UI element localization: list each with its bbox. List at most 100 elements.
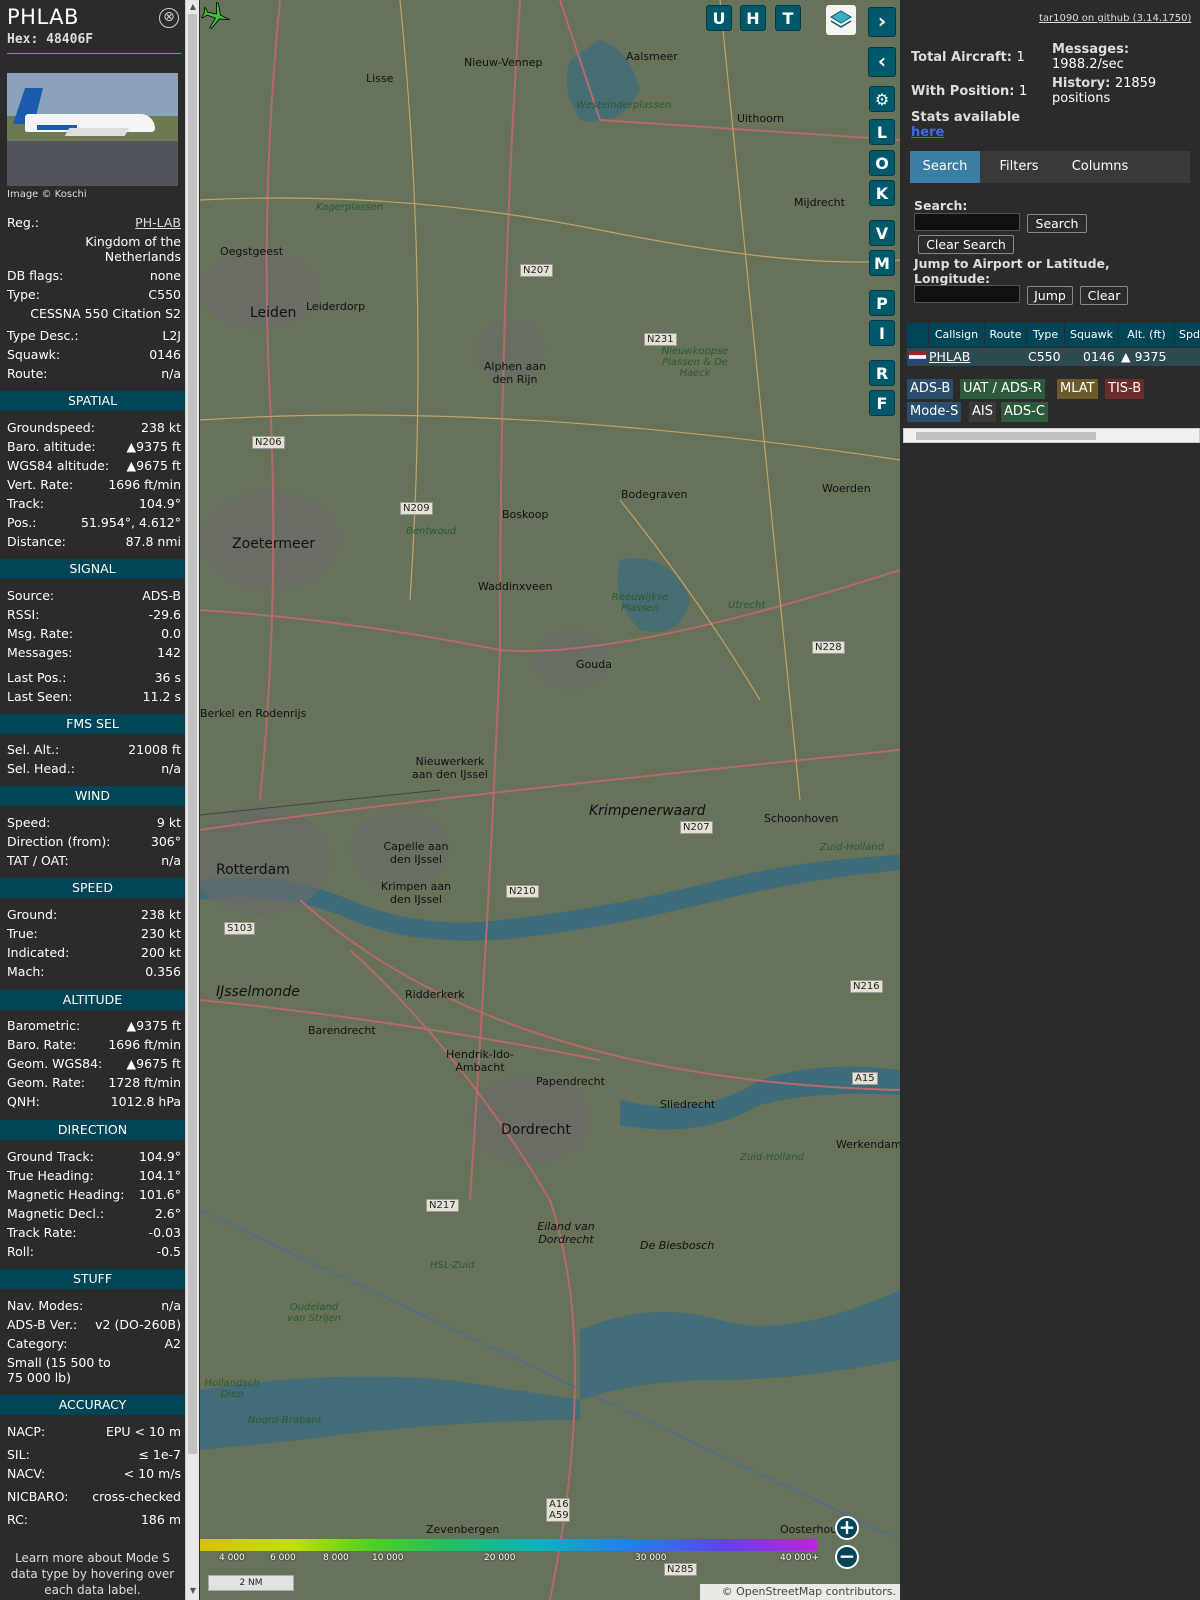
- map-label: Nieuw-Vennep: [464, 56, 543, 69]
- map-label: Hollandsch Diep: [204, 1378, 260, 1400]
- badge-mlat[interactable]: MLAT: [1057, 379, 1098, 399]
- map-attribution[interactable]: © OpenStreetMap contributors.: [700, 1584, 900, 1600]
- map-label: IJsselmonde: [216, 984, 300, 1000]
- expand-right-icon[interactable]: ›: [868, 7, 896, 37]
- search-button[interactable]: Search: [1027, 214, 1087, 233]
- route-label: Route:: [7, 366, 48, 381]
- col-callsign[interactable]: Callsign: [929, 323, 985, 347]
- map-label: Leiderdorp: [306, 300, 366, 313]
- info-value: ▲9675 ft: [126, 458, 181, 473]
- zoom-in-icon[interactable]: +: [835, 1516, 859, 1540]
- dbflags-row: DB flags: none: [7, 268, 181, 283]
- dbflags-value: none: [149, 268, 181, 283]
- reg-link[interactable]: PH-LAB: [135, 215, 181, 230]
- squawk-value: 0146: [149, 347, 181, 362]
- map-label: Papendrecht: [536, 1075, 605, 1088]
- map-button-u[interactable]: U: [706, 5, 732, 31]
- info-label: Geom. Rate:: [7, 1075, 86, 1090]
- col-route[interactable]: Route: [985, 323, 1027, 347]
- map-button-i[interactable]: I: [869, 320, 895, 346]
- info-row: Vert. Rate: 1696 ft/min: [7, 477, 181, 492]
- badge-adsc[interactable]: ADS-C: [1001, 402, 1048, 422]
- table-row[interactable]: PHLAB C550 0146 ▲ 9375: [907, 348, 1200, 366]
- col-speed[interactable]: Spd: [1175, 323, 1200, 347]
- tab-filters[interactable]: Filters: [984, 151, 1054, 183]
- col-altitude[interactable]: Alt. (ft): [1119, 323, 1175, 347]
- sidebar-scrollbar[interactable]: ▲ ▼: [185, 0, 199, 1600]
- info-row: NACV: < 10 m/s: [7, 1466, 181, 1481]
- tab-columns[interactable]: Columns: [1058, 151, 1142, 183]
- layers-icon[interactable]: [826, 5, 856, 35]
- col-squawk[interactable]: Squawk: [1065, 323, 1119, 347]
- info-label: RC:: [7, 1512, 29, 1527]
- map-label: Bentwoud: [406, 526, 457, 537]
- map-button-r[interactable]: R: [869, 360, 895, 386]
- aircraft-photo[interactable]: [7, 73, 178, 186]
- sidebar-scroll-thumb[interactable]: [188, 14, 197, 1454]
- collapse-left-icon[interactable]: ‹: [868, 47, 896, 77]
- badge-adsb[interactable]: ADS-B: [907, 379, 954, 399]
- category-desc-text: Small (15 500 to 75 000 lb): [7, 1355, 111, 1385]
- map-button-o[interactable]: O: [869, 150, 895, 176]
- info-value: 101.6°: [138, 1187, 181, 1202]
- map-base: [200, 0, 900, 1600]
- zoom-out-icon[interactable]: −: [835, 1545, 859, 1569]
- badge-tisb[interactable]: TIS-B: [1105, 379, 1145, 399]
- badge-ais[interactable]: AIS: [969, 402, 996, 422]
- road-shield: N285: [664, 1563, 697, 1576]
- map-label: Krimpen aan den IJssel: [380, 880, 452, 906]
- tab-search[interactable]: Search: [910, 151, 980, 183]
- jump-input[interactable]: [914, 285, 1020, 303]
- clear-button[interactable]: Clear: [1080, 286, 1128, 305]
- map-button-h[interactable]: H: [740, 5, 766, 31]
- table-hscroll-thumb[interactable]: [916, 432, 1096, 440]
- close-icon[interactable]: ⊗: [159, 8, 179, 28]
- clear-search-button[interactable]: Clear Search: [918, 235, 1014, 254]
- table-hscroll[interactable]: [903, 428, 1200, 443]
- map-label: Ridderkerk: [405, 988, 465, 1001]
- info-value: ▲9375 ft: [126, 439, 181, 454]
- map-button-m[interactable]: M: [869, 250, 895, 276]
- map-label: Sliedrecht: [660, 1098, 716, 1111]
- search-input[interactable]: [914, 213, 1020, 231]
- map-button-f[interactable]: F: [869, 390, 895, 416]
- settings-gear-icon[interactable]: ⚙: [869, 86, 895, 112]
- map-button-p[interactable]: P: [869, 290, 895, 316]
- info-value: 230 kt: [141, 926, 181, 941]
- info-value: -0.03: [148, 1225, 181, 1240]
- col-type[interactable]: Type: [1027, 323, 1065, 347]
- altitude-scale-label: 40 000+: [780, 1553, 820, 1563]
- badge-uat[interactable]: UAT / ADS-R: [960, 379, 1045, 399]
- info-label: True Heading:: [7, 1168, 94, 1183]
- info-label: ADS-B Ver.:: [7, 1317, 78, 1332]
- with-position-value: 1: [1019, 84, 1028, 99]
- map-button-v[interactable]: V: [869, 220, 895, 246]
- github-link[interactable]: tar1090 on github (3.14.1750): [1039, 13, 1191, 24]
- road-shield: N216: [850, 980, 883, 993]
- info-label: NACP:: [7, 1424, 46, 1439]
- scroll-up-icon[interactable]: ▲: [188, 2, 198, 12]
- info-row: Baro. altitude: ▲9375 ft: [7, 439, 181, 454]
- map-button-t[interactable]: T: [775, 5, 801, 31]
- badge-modes[interactable]: Mode-S: [907, 402, 962, 422]
- row-callsign[interactable]: PHLAB: [929, 348, 970, 366]
- scroll-down-icon[interactable]: ▼: [188, 1586, 198, 1596]
- info-label: NICBARO:: [7, 1489, 69, 1504]
- map-label: Zuid-Holland: [740, 1152, 804, 1163]
- map-button-k[interactable]: K: [869, 180, 895, 206]
- map-button-l[interactable]: L: [869, 119, 895, 145]
- aircraft-table-header: Callsign Route Type Squawk Alt. (ft) Spd: [907, 323, 1200, 347]
- stats-link[interactable]: here: [911, 125, 944, 140]
- aircraft-marker-icon[interactable]: [200, 0, 232, 32]
- map-view[interactable]: Nieuw-Vennep Aalsmeer Lisse Uithoorn Wes…: [200, 0, 900, 1600]
- info-value: n/a: [161, 853, 181, 868]
- info-label: Nav. Modes:: [7, 1298, 84, 1313]
- netherlands-flag-icon: [909, 351, 926, 363]
- jump-button[interactable]: Jump: [1027, 286, 1073, 305]
- jump-label: Jump to Airport or Latitude, Longitude:: [914, 256, 1110, 286]
- info-value: 87.8 nmi: [125, 534, 181, 549]
- altitude-scale-label: 30 000: [635, 1553, 667, 1563]
- info-row: ADS-B Ver.: v2 (DO-260B): [7, 1317, 181, 1332]
- reg-label: Reg.:: [7, 215, 39, 230]
- map-label: Barendrecht: [308, 1024, 376, 1037]
